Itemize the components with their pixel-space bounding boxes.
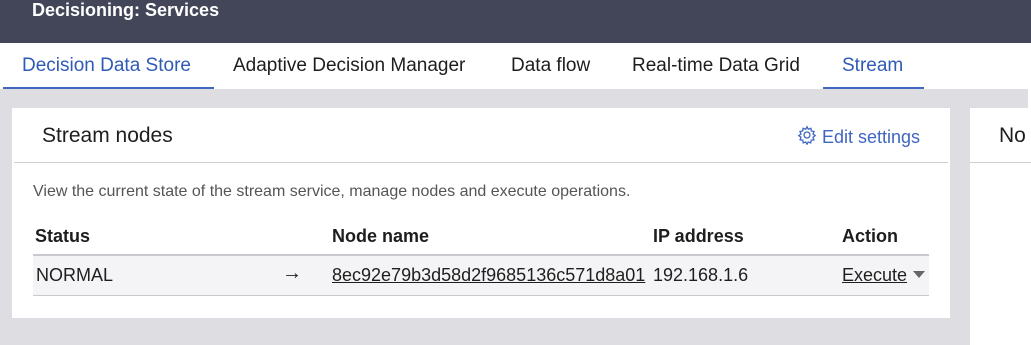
edit-settings-link[interactable]: Edit settings: [797, 125, 920, 150]
card-title: Stream nodes: [42, 124, 173, 147]
tab-decision-data-store[interactable]: Decision Data Store: [3, 43, 214, 89]
divider: [970, 162, 1031, 163]
table-row: NORMAL → 8ec92e79b3d58d2f9685136c571d8a0…: [33, 256, 929, 296]
stream-nodes-card: Stream nodes Edit settings View the curr…: [12, 108, 950, 318]
gear-icon: [797, 125, 817, 150]
tab-label: Adaptive Decision Manager: [233, 55, 466, 76]
tab-stream[interactable]: Stream: [823, 43, 924, 89]
tab-label: Decision Data Store: [22, 55, 191, 76]
active-tab-indicator: [3, 87, 214, 89]
edit-settings-label: Edit settings: [821, 127, 920, 147]
column-header-action: Action: [842, 226, 898, 246]
app-header: Decisioning: Services: [0, 0, 1031, 43]
card-title: No: [999, 124, 1026, 147]
tab-label: Real-time Data Grid: [632, 55, 800, 76]
column-header-status: Status: [35, 226, 91, 246]
tab-data-flow[interactable]: Data flow: [511, 43, 590, 89]
column-header-ip-address: IP address: [653, 226, 744, 246]
tab-bar: Decision Data Store Adaptive Decision Ma…: [0, 43, 1031, 89]
card-description: View the current state of the stream ser…: [33, 183, 631, 200]
tab-adaptive-decision-manager[interactable]: Adaptive Decision Manager: [233, 43, 465, 89]
active-tab-indicator: [823, 87, 924, 89]
ip-address-cell: 192.168.1.6: [653, 265, 749, 285]
execute-action-menu[interactable]: Execute: [842, 265, 926, 286]
nodes-card: No: [970, 108, 1031, 345]
tab-real-time-data-grid[interactable]: Real-time Data Grid: [632, 43, 800, 89]
status-cell: NORMAL: [36, 265, 114, 285]
tab-label: Stream: [842, 55, 904, 76]
caret-down-icon[interactable]: [913, 271, 926, 278]
tab-label: Data flow: [511, 55, 591, 76]
execute-label[interactable]: Execute: [842, 265, 907, 285]
page-title: Decisioning: Services: [32, 0, 220, 20]
node-name-link[interactable]: 8ec92e79b3d58d2f9685136c571d8a01: [332, 265, 645, 286]
column-header-node-name: Node name: [332, 226, 430, 246]
divider: [14, 162, 948, 163]
arrow-right-icon: →: [282, 262, 302, 284]
